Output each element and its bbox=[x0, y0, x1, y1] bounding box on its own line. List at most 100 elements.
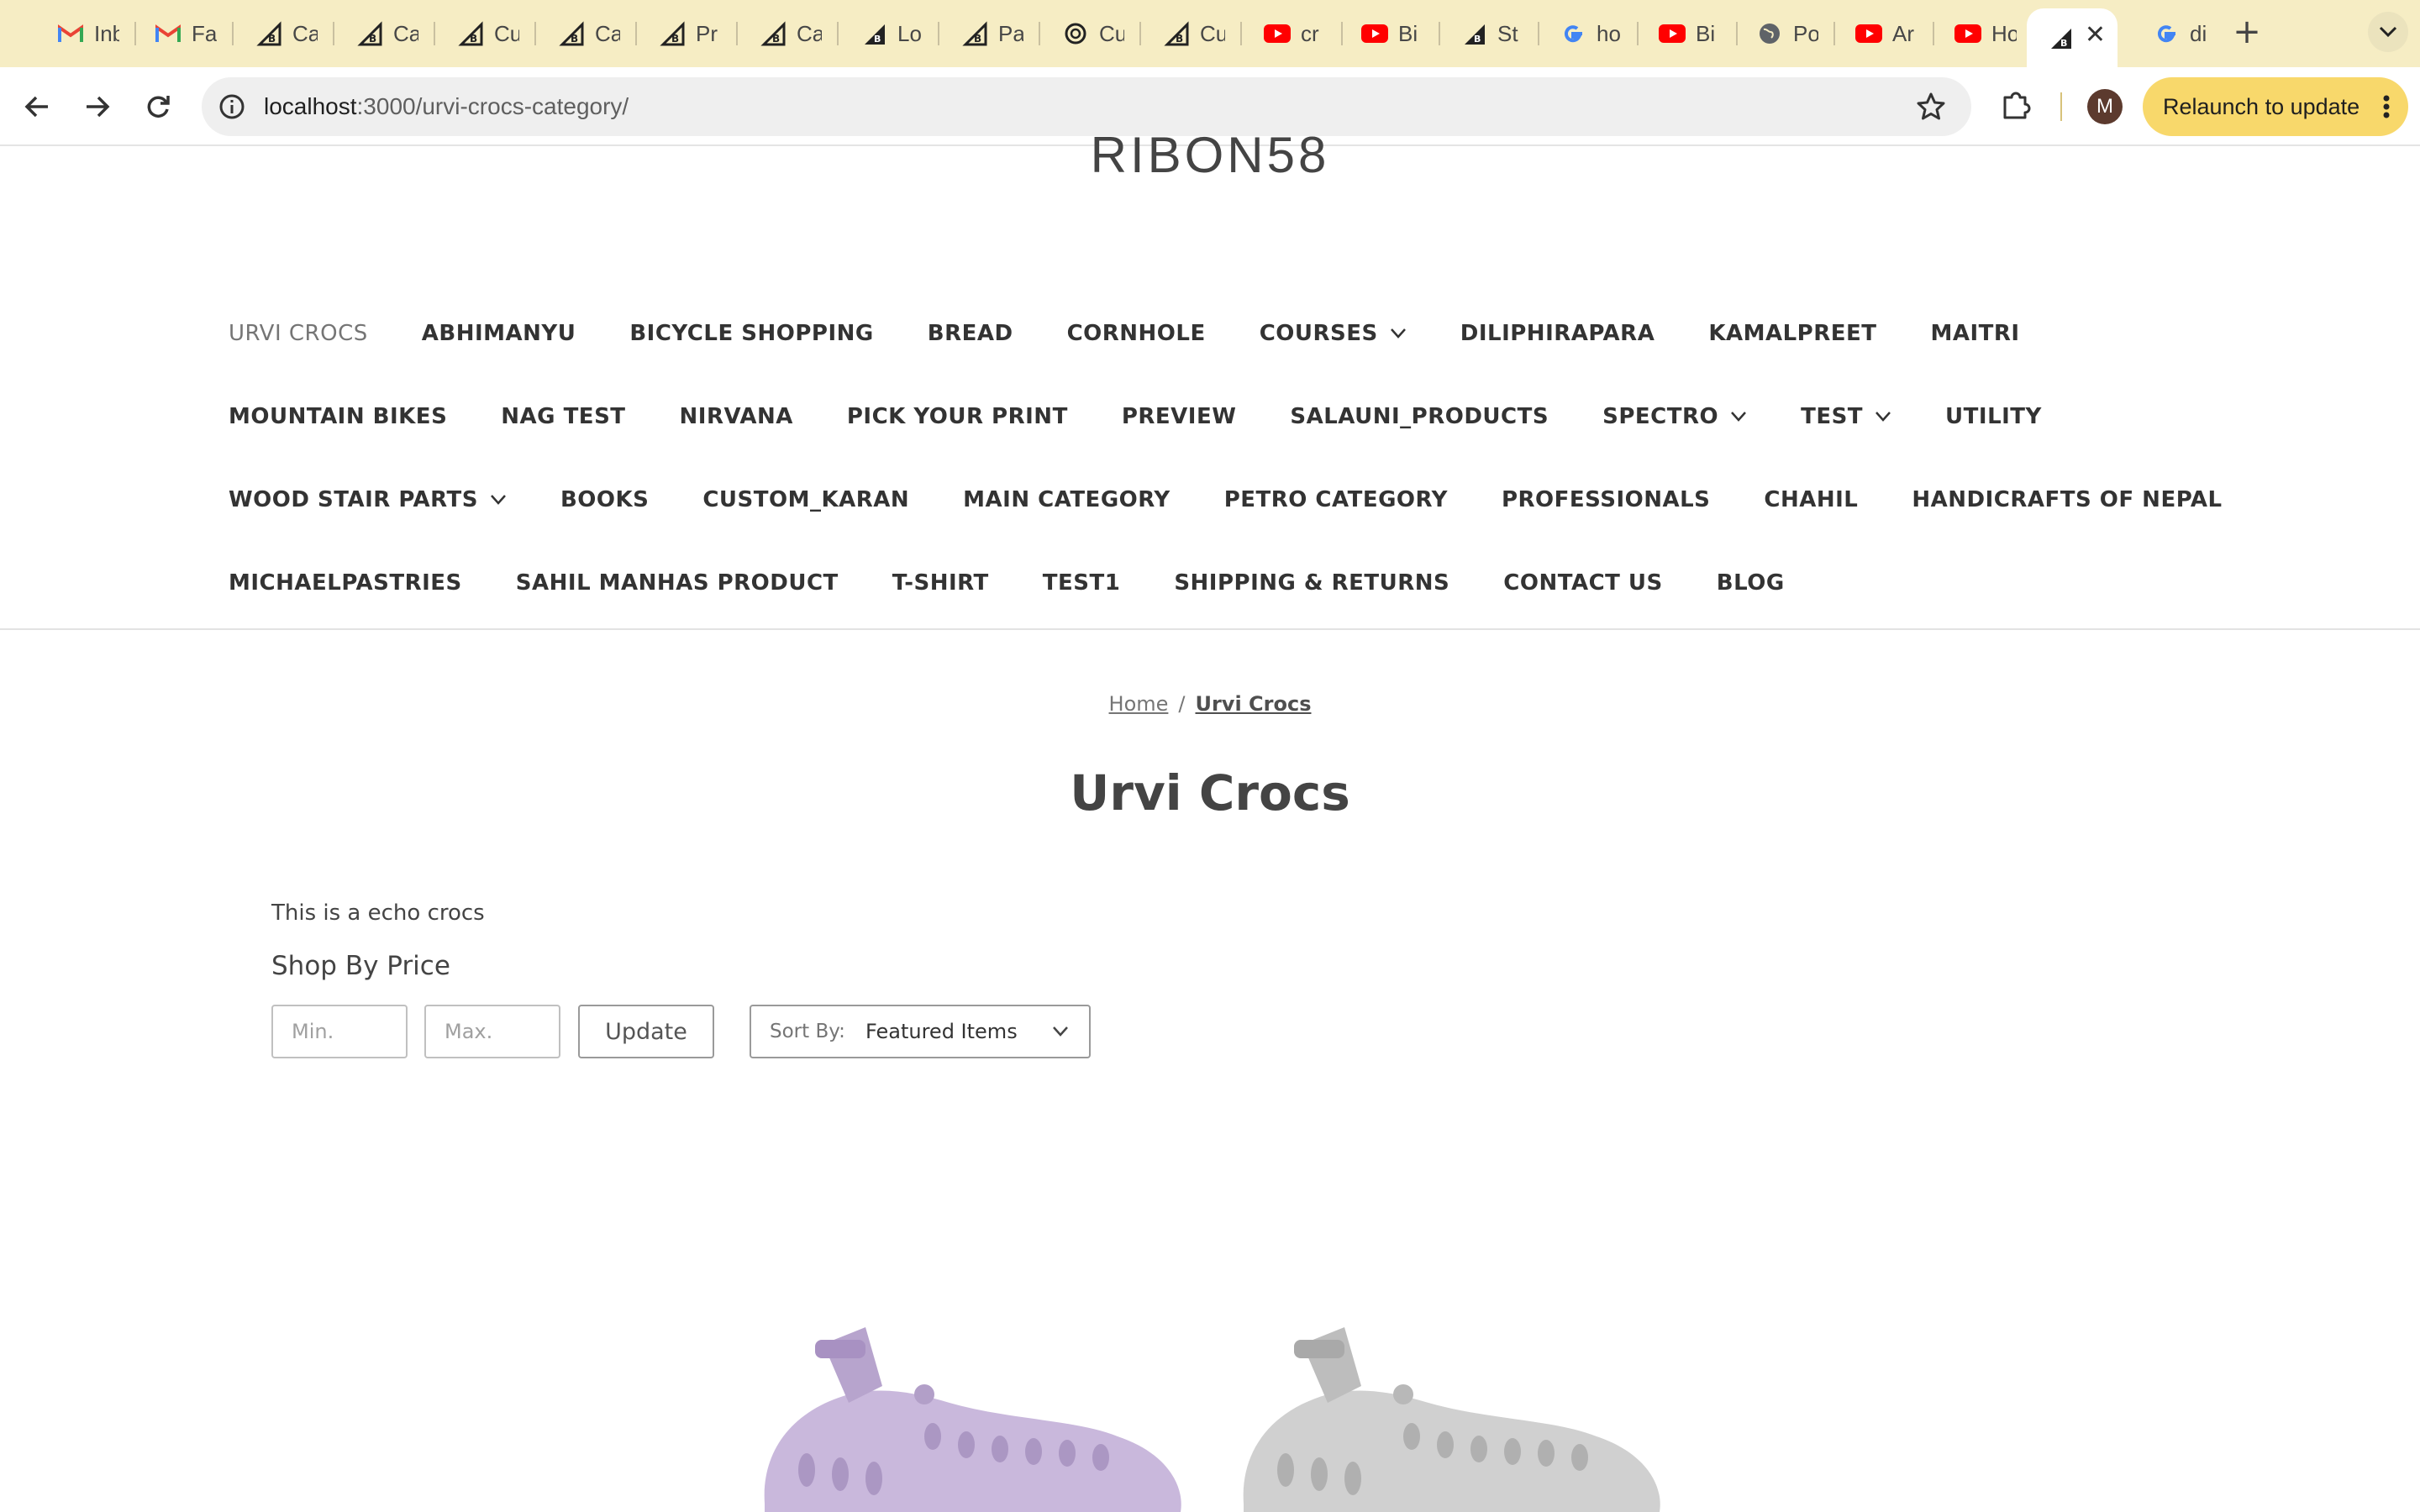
nav-item-nag-test[interactable]: NAG TEST bbox=[501, 404, 625, 429]
browser-tab[interactable]: B Ca bbox=[235, 13, 334, 54]
browser-tab[interactable]: Fa bbox=[134, 13, 234, 54]
browser-tab[interactable]: B Ca bbox=[538, 13, 637, 54]
nav-item-bread[interactable]: BREAD bbox=[928, 321, 1013, 346]
tab-active[interactable]: B ✕ bbox=[2027, 8, 2118, 67]
nav-item-professionals[interactable]: PROFESSIONALS bbox=[1502, 487, 1710, 512]
nav-item-t-shirt[interactable]: T-SHIRT bbox=[892, 570, 989, 596]
tab-strip: Inbox Fa B Ca B Ca B Cu B Ca B Pr B Ca B Lo B Pa Cu B Cu cr Bi… bbox=[0, 0, 2420, 67]
tab-search-button[interactable] bbox=[2368, 12, 2408, 52]
tab-title: Fa bbox=[192, 20, 217, 46]
max-price-input[interactable] bbox=[424, 1005, 560, 1058]
browser-tab[interactable]: B Ca bbox=[739, 13, 839, 54]
sort-by-select[interactable]: Sort By: Featured Items bbox=[750, 1005, 1091, 1058]
google-icon bbox=[1560, 20, 1586, 47]
browser-tab[interactable]: Ho bbox=[1934, 13, 2033, 54]
nav-item-test1[interactable]: TEST1 bbox=[1043, 570, 1121, 596]
extensions-puzzle-icon[interactable] bbox=[1998, 87, 2033, 123]
nav-item-chahil[interactable]: CHAHIL bbox=[1764, 487, 1858, 512]
chatgpt-icon bbox=[1062, 20, 1089, 47]
nav-item-utility[interactable]: UTILITY bbox=[1945, 404, 2042, 429]
browser-tab[interactable]: B Pr bbox=[639, 13, 738, 54]
nav-item-label: CORNHOLE bbox=[1066, 321, 1206, 346]
nav-item-sahil-manhas-product[interactable]: SAHIL MANHAS PRODUCT bbox=[516, 570, 839, 596]
browser-tab[interactable]: B St bbox=[1440, 13, 1539, 54]
tab-title: Cu bbox=[1200, 20, 1225, 46]
reload-button[interactable] bbox=[138, 87, 178, 127]
nav-item-cornhole[interactable]: CORNHOLE bbox=[1067, 321, 1206, 346]
browser-tab[interactable]: B Pa bbox=[941, 13, 1040, 54]
nav-item-pick-your-print[interactable]: PICK YOUR PRINT bbox=[847, 404, 1068, 429]
browser-tab[interactable]: B Cu bbox=[437, 13, 536, 54]
nav-item-urvi-crocs[interactable]: URVI CROCS bbox=[229, 321, 368, 346]
tab-title: Po bbox=[1793, 20, 1818, 46]
chevron-down-icon bbox=[2379, 26, 2397, 38]
nav-item-preview[interactable]: PREVIEW bbox=[1122, 404, 1237, 429]
nav-item-books[interactable]: BOOKS bbox=[560, 487, 649, 512]
nav-item-wood-stair-parts[interactable]: WOOD STAIR PARTS bbox=[229, 487, 507, 512]
nav-item-label: PETRO CATEGORY bbox=[1223, 487, 1448, 512]
tab-title: Cu bbox=[494, 20, 519, 46]
nav-item-mountain-bikes[interactable]: MOUNTAIN BIKES bbox=[229, 404, 447, 429]
browser-tab[interactable]: B Cu bbox=[1143, 13, 1242, 54]
nav-item-bicycle-shopping[interactable]: BICYCLE SHOPPING bbox=[629, 321, 873, 346]
nav-item-abhimanyu[interactable]: ABHIMANYU bbox=[422, 321, 576, 346]
store-logo[interactable]: RIBON58 bbox=[0, 126, 2420, 185]
browser-tab[interactable]: B Ca bbox=[336, 13, 435, 54]
bigcommerce-dark-icon: B bbox=[2047, 24, 2074, 51]
browser-tab[interactable]: ho bbox=[1539, 13, 1639, 54]
nav-item-kamalpreet[interactable]: KAMALPREET bbox=[1708, 321, 1876, 346]
nav-item-test[interactable]: TEST bbox=[1801, 404, 1891, 429]
svg-text:B: B bbox=[470, 33, 477, 45]
nav-item-salauni-products[interactable]: SALAUNI_PRODUCTS bbox=[1290, 404, 1549, 429]
more-vertical-icon[interactable] bbox=[2383, 95, 2390, 118]
chevron-down-icon[interactable] bbox=[1875, 411, 1891, 423]
nav-item-label: NAG TEST bbox=[501, 404, 626, 429]
browser-tab[interactable]: cr bbox=[1244, 13, 1343, 54]
nav-item-diliphirapara[interactable]: DILIPHIRAPARA bbox=[1460, 321, 1655, 346]
browser-tab[interactable]: Cu bbox=[1042, 13, 1141, 54]
browser-tab[interactable]: Bi bbox=[1639, 13, 1738, 54]
browser-tab[interactable]: B Lo bbox=[840, 13, 939, 54]
nav-item-contact-us[interactable]: CONTACT US bbox=[1503, 570, 1663, 596]
nav-item-label: T-SHIRT bbox=[892, 570, 989, 596]
browser-tab[interactable]: Po bbox=[1736, 13, 1835, 54]
nav-item-nirvana[interactable]: NIRVANA bbox=[680, 404, 793, 429]
info-icon[interactable] bbox=[218, 93, 245, 120]
profile-avatar[interactable]: M bbox=[2087, 89, 2123, 124]
nav-item-main-category[interactable]: MAIN CATEGORY bbox=[963, 487, 1171, 512]
chevron-down-icon[interactable] bbox=[1390, 328, 1407, 339]
nav-item-shipping-returns[interactable]: SHIPPING & RETURNS bbox=[1174, 570, 1449, 596]
browser-tab[interactable]: Inbox bbox=[37, 13, 136, 54]
chevron-down-icon[interactable] bbox=[1730, 411, 1747, 423]
browser-tab[interactable]: di bbox=[2133, 13, 2217, 54]
product-card-image[interactable] bbox=[1235, 1294, 1672, 1512]
nav-item-maitri[interactable]: MAITRI bbox=[1930, 321, 2019, 346]
forward-button[interactable] bbox=[77, 87, 118, 127]
close-tab-icon[interactable]: ✕ bbox=[2085, 22, 2106, 49]
breadcrumb-home-link[interactable]: Home bbox=[1109, 692, 1169, 716]
nav-item-michaelpastries[interactable]: MICHAELPASTRIES bbox=[229, 570, 462, 596]
chevron-down-icon[interactable] bbox=[490, 494, 507, 506]
nav-item-spectro[interactable]: SPECTRO bbox=[1602, 404, 1747, 429]
nav-item-courses[interactable]: COURSES bbox=[1260, 321, 1407, 346]
update-price-button[interactable]: Update bbox=[578, 1005, 714, 1058]
nav-item-label: PICK YOUR PRINT bbox=[846, 404, 1068, 429]
nav-item-label: PROFESSIONALS bbox=[1501, 487, 1711, 512]
category-nav-row: WOOD STAIR PARTS BOOKS CUSTOM_KARAN MAIN CA… bbox=[229, 475, 2276, 525]
browser-tab[interactable]: Bi bbox=[1341, 13, 1440, 54]
bookmark-star-icon[interactable] bbox=[1916, 92, 1946, 122]
back-button[interactable] bbox=[17, 87, 57, 127]
bigcommerce-icon: B bbox=[457, 20, 484, 47]
nav-item-petro-category[interactable]: PETRO CATEGORY bbox=[1224, 487, 1448, 512]
nav-item-custom-karan[interactable]: CUSTOM_KARAN bbox=[702, 487, 909, 512]
tab-title: Lo bbox=[897, 20, 922, 46]
breadcrumb-current-link[interactable]: Urvi Crocs bbox=[1195, 692, 1311, 716]
browser-tab[interactable]: Ar bbox=[1835, 13, 1934, 54]
min-price-input[interactable] bbox=[271, 1005, 408, 1058]
new-tab-button[interactable]: + bbox=[2228, 15, 2265, 52]
product-card-image[interactable] bbox=[756, 1294, 1193, 1512]
nav-item-handicrafts-of-nepal[interactable]: HANDICRAFTS OF NEPAL bbox=[1912, 487, 2222, 512]
google-icon bbox=[2153, 20, 2180, 47]
nav-item-label: WOOD STAIR PARTS bbox=[229, 487, 478, 512]
nav-item-blog[interactable]: BLOG bbox=[1717, 570, 1785, 596]
